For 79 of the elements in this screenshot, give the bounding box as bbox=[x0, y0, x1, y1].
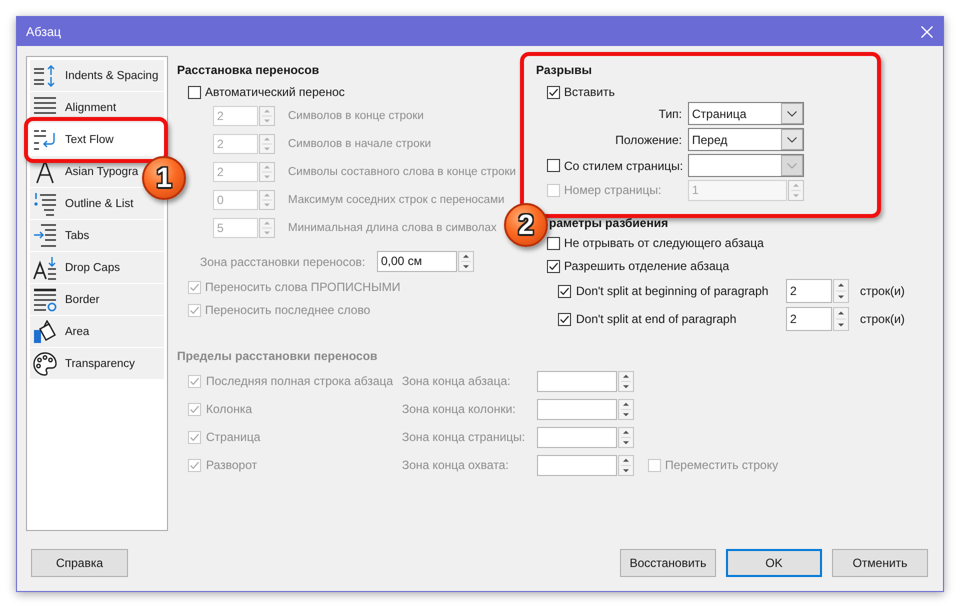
drop-cap-icon bbox=[33, 256, 57, 280]
zone-field[interactable] bbox=[537, 426, 617, 448]
sidebar-item[interactable]: Tabs bbox=[30, 220, 164, 251]
sidebar-item[interactable]: Transparency bbox=[30, 348, 164, 379]
ok-button[interactable]: OK bbox=[726, 549, 822, 577]
checkbox[interactable] bbox=[547, 236, 560, 250]
border-lines-icon bbox=[33, 288, 57, 312]
field-label: Зона конца страницы: bbox=[402, 430, 526, 444]
checkbox-label: Переносить последнее слово bbox=[205, 303, 370, 317]
checkbox-label: Со стилем страницы: bbox=[564, 158, 684, 172]
checkbox-label: Колонка bbox=[206, 402, 254, 416]
field-label: Зона расстановки переносов: bbox=[200, 254, 366, 268]
sidebar-item[interactable]: Area bbox=[30, 316, 164, 347]
spin-arrows-icon[interactable] bbox=[618, 370, 634, 392]
field-label: Тип: bbox=[658, 106, 682, 120]
palette-icon bbox=[33, 352, 57, 376]
field-label: Символов в начале строки bbox=[288, 138, 432, 150]
zone-field[interactable] bbox=[537, 454, 617, 476]
window-title: Абзац bbox=[26, 24, 62, 38]
position-dropdown[interactable]: Перед bbox=[688, 128, 804, 151]
spin-arrows-icon[interactable] bbox=[618, 454, 634, 476]
spin-arrows-icon[interactable] bbox=[618, 398, 634, 420]
unit-label: строк(и) bbox=[860, 284, 905, 298]
checkbox-label: Страница bbox=[206, 430, 262, 444]
checkbox-label: Don't split at end of paragraph bbox=[576, 312, 738, 326]
checkbox-label: Последняя полная строка абзаца bbox=[206, 374, 394, 388]
sidebar-item[interactable]: Border bbox=[30, 284, 164, 315]
spin-arrows-icon[interactable] bbox=[833, 307, 849, 331]
zone-field[interactable] bbox=[537, 398, 617, 420]
type-dropdown[interactable]: Страница bbox=[688, 102, 804, 125]
field-label: Максимум соседних строк с переносами bbox=[288, 194, 504, 206]
section-title: Пределы расстановки переносов bbox=[177, 348, 378, 364]
checkbox[interactable] bbox=[188, 86, 201, 98]
checkbox-label: Не отрывать от следующего абзаца bbox=[564, 236, 764, 250]
zone-field[interactable] bbox=[537, 370, 617, 392]
cancel-button[interactable]: Отменить bbox=[832, 549, 928, 577]
checkbox-label: Разрешить отделение абзаца bbox=[564, 259, 730, 273]
numbered-list-icon bbox=[33, 192, 57, 216]
section-title: Расстановка переносов bbox=[177, 62, 320, 78]
spin-field[interactable]: 2 bbox=[786, 307, 832, 331]
checkbox[interactable] bbox=[547, 86, 560, 98]
checkbox[interactable] bbox=[547, 260, 560, 272]
chevron-icon[interactable] bbox=[781, 129, 803, 150]
spin-arrows-icon[interactable] bbox=[833, 279, 849, 303]
checkbox-label: Вставить bbox=[564, 85, 615, 99]
field-label: Положение: bbox=[614, 132, 682, 146]
page-style-dropdown[interactable] bbox=[688, 154, 804, 177]
checkbox-label: Разворот bbox=[206, 458, 258, 472]
field-label: Символы составного слова в конце строки bbox=[288, 166, 516, 178]
sidebar-item[interactable]: Indents & Spacing bbox=[30, 60, 164, 91]
field-label: Зона конца колонки: bbox=[402, 402, 517, 416]
field-label: Зона конца абзаца: bbox=[402, 374, 512, 388]
spin-arrows-icon[interactable] bbox=[458, 251, 474, 272]
checkbox-label: Номер страницы: bbox=[564, 183, 662, 197]
checkbox-label: Don't split at beginning of paragraph bbox=[576, 284, 770, 298]
field-label: Символов в конце строки bbox=[288, 110, 424, 122]
checkbox-label: Переносить слова ПРОПИСНЫМИ bbox=[205, 280, 400, 294]
tab-arrow-icon bbox=[33, 224, 57, 248]
checkbox-label: Автоматический перенос bbox=[205, 85, 345, 99]
paint-bucket-icon bbox=[33, 320, 57, 344]
spin-arrows-icon[interactable] bbox=[618, 426, 634, 448]
reset-button[interactable]: Восстановить bbox=[620, 549, 716, 577]
field-label: Зона конца охвата: bbox=[402, 458, 510, 472]
field-label: Минимальная длина слова в символах bbox=[288, 222, 497, 234]
unit-label: строк(и) bbox=[860, 312, 905, 326]
chevron-icon[interactable] bbox=[781, 103, 803, 124]
indent-spacing-icon bbox=[33, 64, 57, 88]
spin-field[interactable]: 2 bbox=[786, 279, 832, 303]
checkbox-label: Переместить строку bbox=[665, 458, 778, 472]
text-wrap-icon bbox=[33, 128, 57, 152]
section-title: раметры разбиения bbox=[549, 215, 670, 231]
close-icon[interactable] bbox=[921, 26, 933, 38]
checkbox[interactable] bbox=[558, 284, 571, 298]
sidebar-item[interactable]: Drop Caps bbox=[30, 252, 164, 283]
sidebar-item[interactable]: Outline & List bbox=[30, 188, 164, 219]
help-button[interactable]: Справка bbox=[31, 549, 128, 577]
checkbox[interactable] bbox=[558, 312, 571, 326]
checkbox[interactable] bbox=[547, 159, 560, 172]
section-title: Разрывы bbox=[536, 62, 593, 78]
